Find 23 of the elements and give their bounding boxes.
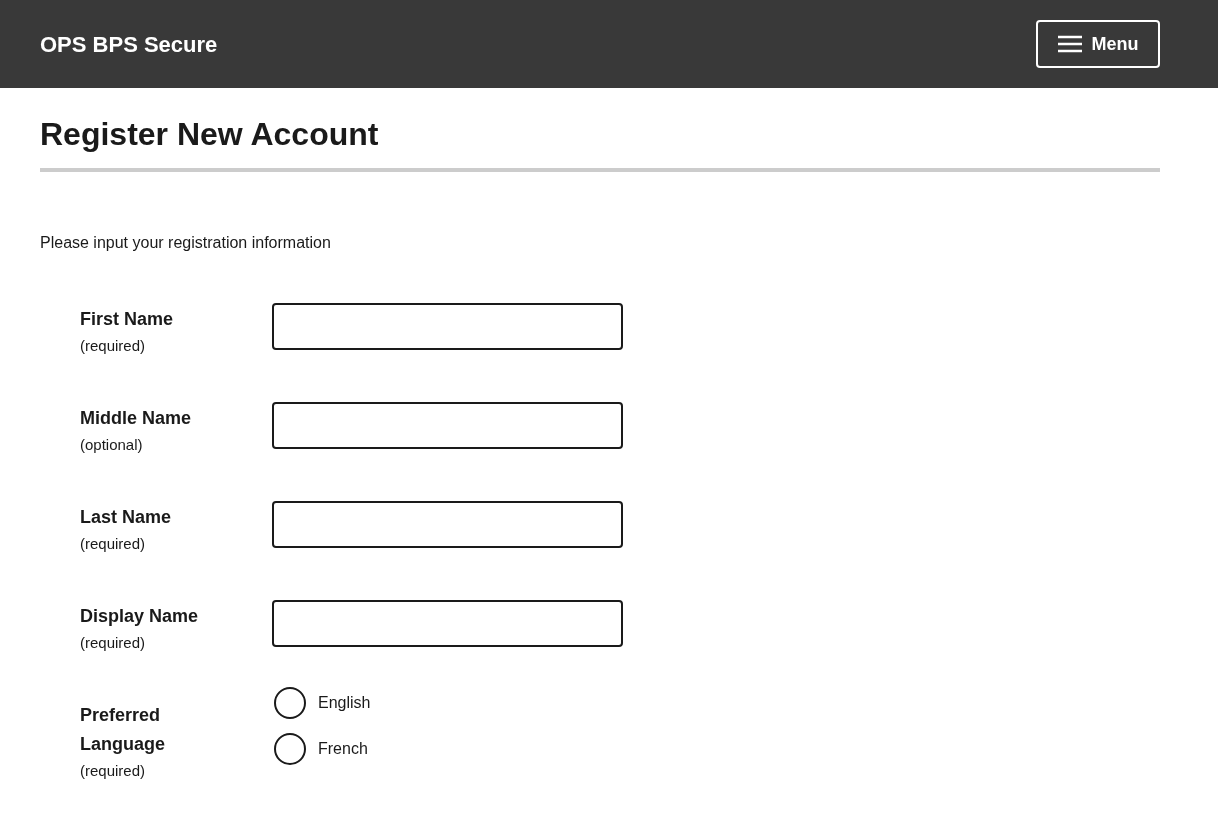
field-label: Display Name	[80, 605, 200, 628]
intro-text: Please input your registration information	[40, 233, 332, 253]
field-note: (required)	[80, 633, 147, 653]
radio-button[interactable]	[274, 733, 306, 765]
field-label: First Name	[80, 308, 175, 331]
site-title: OPS BPS Secure	[40, 30, 218, 59]
menu-icon	[1057, 35, 1082, 53]
page-heading: Register New Account	[40, 115, 380, 154]
text-input-field[interactable]	[272, 600, 623, 647]
field-label: Last Name	[80, 506, 173, 529]
field-note: (required)	[80, 761, 147, 781]
field-note: (required)	[80, 336, 147, 356]
field-label: Middle Name	[80, 407, 193, 430]
field-note: (optional)	[80, 435, 144, 455]
menu-button[interactable]: Menu	[1036, 20, 1160, 68]
text-input-field[interactable]	[272, 402, 623, 449]
field-note: (required)	[80, 534, 147, 554]
radio-label: English	[318, 693, 371, 713]
field-label: Preferred Language	[80, 704, 166, 756]
text-input-field[interactable]	[272, 303, 623, 350]
radio-button[interactable]	[274, 687, 306, 719]
radio-label: French	[318, 739, 368, 759]
text-input-field[interactable]	[272, 501, 623, 548]
